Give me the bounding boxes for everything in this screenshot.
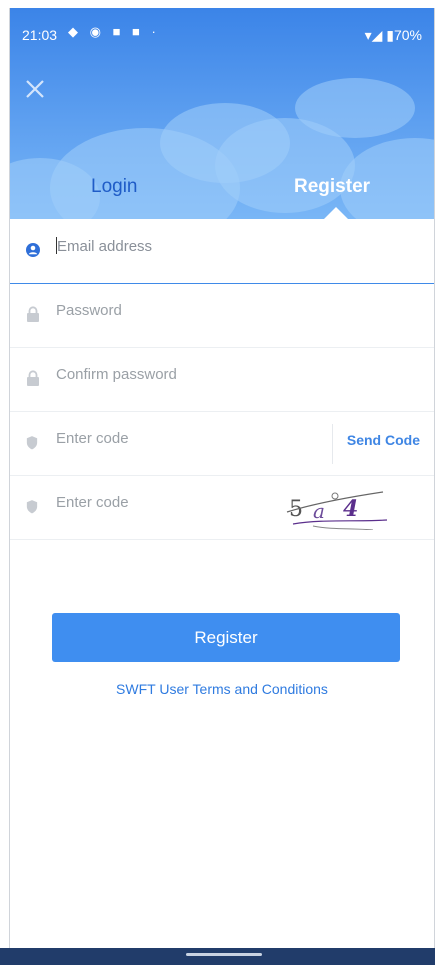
svg-text:4: 4 bbox=[343, 496, 358, 522]
password-input[interactable]: Password bbox=[56, 302, 122, 319]
close-icon[interactable] bbox=[24, 78, 46, 100]
send-code-button[interactable]: Send Code bbox=[347, 432, 420, 448]
status-time: 21:03 bbox=[22, 27, 58, 43]
captcha-image[interactable]: 5 a 4 bbox=[283, 486, 393, 530]
status-bar: 21:03 ◆ ◉ ■ ■ · ▾◢ ▮70% bbox=[10, 8, 434, 60]
register-button[interactable]: Register bbox=[52, 613, 400, 662]
battery-status: ▾◢ ▮70% bbox=[364, 27, 422, 43]
tab-login[interactable]: Login bbox=[91, 176, 138, 198]
header-banner: 21:03 ◆ ◉ ■ ■ · ▾◢ ▮70% Login Register bbox=[10, 8, 434, 219]
notification-icons: ◆ ◉ ■ ■ · bbox=[68, 24, 160, 39]
user-icon bbox=[26, 243, 40, 257]
confirm-password-input[interactable]: Confirm password bbox=[56, 366, 177, 383]
field-divider bbox=[332, 424, 333, 464]
email-field[interactable]: Email address bbox=[10, 219, 434, 284]
app-screen: 21:03 ◆ ◉ ■ ■ · ▾◢ ▮70% Login Register E… bbox=[9, 8, 435, 956]
shield-icon bbox=[26, 500, 38, 514]
confirm-password-field[interactable]: Confirm password bbox=[10, 348, 434, 412]
captcha-input[interactable]: Enter code bbox=[56, 494, 129, 511]
email-code-field[interactable]: Enter code Send Code bbox=[10, 412, 434, 476]
shield-icon bbox=[26, 436, 38, 450]
cloud-decoration bbox=[295, 78, 415, 138]
password-field[interactable]: Password bbox=[10, 284, 434, 348]
captcha-field[interactable]: Enter code 5 a 4 bbox=[10, 476, 434, 540]
home-gesture-handle[interactable] bbox=[186, 953, 262, 956]
active-tab-indicator bbox=[324, 207, 348, 219]
navigation-bar bbox=[0, 948, 435, 965]
email-placeholder: Email address bbox=[57, 238, 153, 255]
email-input[interactable]: Email address bbox=[56, 237, 152, 255]
lock-icon bbox=[27, 306, 39, 322]
lock-icon bbox=[27, 370, 39, 386]
terms-link[interactable]: SWFT User Terms and Conditions bbox=[10, 681, 434, 697]
tab-register[interactable]: Register bbox=[294, 176, 370, 198]
email-code-input[interactable]: Enter code bbox=[56, 430, 129, 447]
